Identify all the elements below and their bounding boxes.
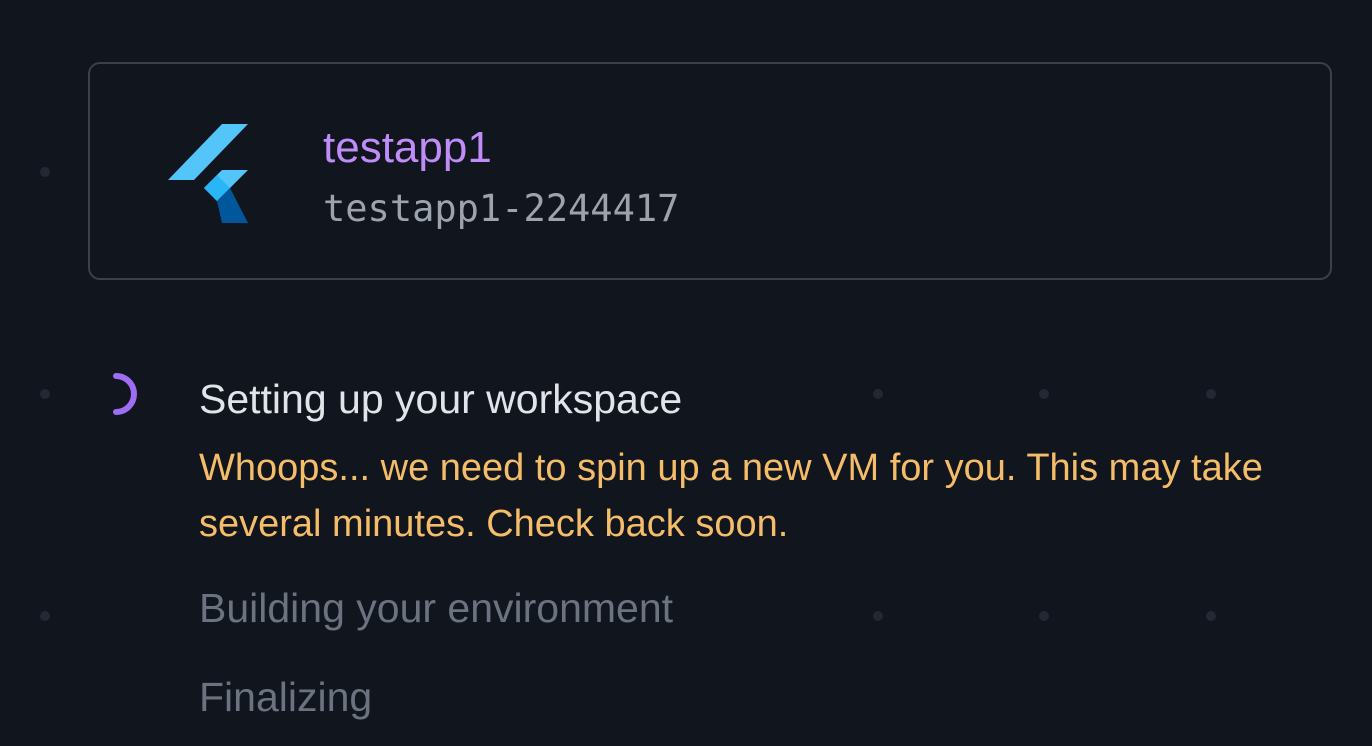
background-dot	[873, 389, 883, 399]
background-dot	[40, 167, 50, 177]
project-name: testapp1	[323, 123, 492, 172]
step-warning-message: Whoops... we need to spin up a new VM fo…	[199, 447, 1263, 545]
background-dot	[40, 611, 50, 621]
background-dot	[40, 389, 50, 399]
background-dot	[1039, 389, 1049, 399]
project-card: testapp1 testapp1-2244417	[88, 62, 1332, 280]
project-id: testapp1-2244417	[323, 187, 680, 230]
step-finalizing: Finalizing	[199, 674, 373, 720]
step-building-environment: Building your environment	[199, 585, 674, 631]
background-dot	[1039, 611, 1049, 621]
flutter-logo-icon	[168, 124, 248, 223]
background-dot	[1206, 611, 1216, 621]
step-setting-up-workspace: Setting up your workspace	[199, 376, 683, 422]
background-dot	[873, 611, 883, 621]
loading-spinner-icon	[113, 373, 137, 415]
background-dot	[1206, 389, 1216, 399]
